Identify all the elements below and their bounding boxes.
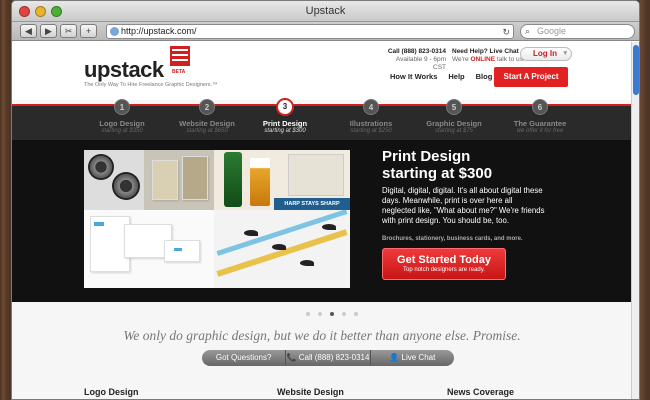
step-number: 6: [532, 99, 548, 115]
forward-button[interactable]: ▶: [40, 24, 57, 38]
carousel-dots: [306, 312, 358, 316]
phone-info: Call (888) 823-0314 Available 9 - 6pm CS…: [386, 48, 446, 72]
beer-ad-image: HARP STAYS SHARP: [214, 150, 350, 210]
carousel-dot-active[interactable]: [330, 312, 334, 316]
footer-heading-logo-design: Logo Design: [84, 387, 139, 397]
service-steps: 1 Logo Design starting at $350 2 Website…: [12, 98, 632, 140]
hero-subnote: Brochures, stationery, business cards, a…: [382, 236, 523, 242]
carousel-dot[interactable]: [354, 312, 358, 316]
site-header: upstack BETA The Only Way To Hire Freela…: [12, 42, 632, 100]
step-guarantee[interactable]: The Guarantee: [495, 119, 585, 128]
nav-help[interactable]: Help: [448, 72, 464, 81]
vertical-scrollbar[interactable]: [631, 42, 639, 399]
add-bookmark-button[interactable]: +: [80, 24, 97, 38]
step-website-design[interactable]: Website Design: [162, 119, 252, 128]
hero-title: Print Design starting at $300: [382, 148, 492, 182]
search-icon: ⌕: [525, 26, 531, 36]
chevron-down-icon: ▾: [563, 50, 567, 57]
step-price: starting at $650: [186, 128, 228, 134]
nav-how-it-works[interactable]: How It Works: [390, 72, 437, 81]
harp-ad-text: HARP STAYS SHARP: [274, 198, 350, 210]
carousel-dot[interactable]: [318, 312, 322, 316]
got-questions-button[interactable]: Got Questions?: [202, 350, 287, 366]
phone-number: Call (888) 823-0314: [387, 48, 446, 55]
call-button[interactable]: 📞 Call (888) 823-0314: [286, 350, 371, 366]
login-label: Log In: [533, 49, 557, 58]
step-price: starting at $300: [264, 128, 306, 134]
step-price: starting at $75: [434, 128, 474, 134]
browser-window: Upstack ◀ ▶ ✂ + http://upstack.com/ ↻ ⌕ …: [11, 0, 640, 400]
step-graphic-design[interactable]: Graphic Design: [409, 119, 499, 128]
tagline: The Only Way To Hire Freelance Graphic D…: [84, 82, 218, 88]
step-price: we offer it for free: [516, 128, 564, 134]
browser-toolbar: ◀ ▶ ✂ + http://upstack.com/ ↻ ⌕ Google: [12, 22, 639, 41]
step-number-active: 3: [276, 98, 294, 116]
footer-heading-news-coverage: News Coverage: [447, 387, 515, 397]
globe-icon: [110, 27, 119, 36]
clip-button[interactable]: ✂: [60, 24, 77, 38]
step-number: 5: [446, 99, 462, 115]
footer-heading-website-design: Website Design: [277, 387, 344, 397]
online-status: We're ONLINE talk to us!: [452, 56, 525, 64]
start-project-button[interactable]: Start A Project: [494, 67, 568, 87]
get-started-button[interactable]: Get Started Today Top notch designers ar…: [382, 248, 506, 280]
live-chat-button[interactable]: 👤 Live Chat: [371, 350, 454, 366]
film-reel-image: [84, 150, 144, 210]
hero-slide: HARP STAYS SHARP Print Design starting a…: [12, 140, 632, 302]
hero-title-line1: Print Design: [382, 148, 471, 165]
url-text: http://upstack.com/: [121, 26, 197, 36]
step-print-design[interactable]: Print Design: [240, 119, 330, 128]
scrollbar-thumb[interactable]: [633, 45, 639, 95]
login-button[interactable]: Log In ▾: [520, 47, 572, 61]
hero-description: Digital, digital, digital. It's all abou…: [382, 186, 545, 225]
refresh-icon[interactable]: ↻: [502, 26, 510, 39]
step-number: 1: [114, 99, 130, 115]
stationery-image: [84, 210, 214, 288]
step-number: 2: [199, 99, 215, 115]
hero-title-line2: starting at $300: [382, 165, 493, 182]
step-price: starting at $350: [101, 128, 143, 134]
bird-illustration-image: [214, 210, 350, 288]
notebook-image: [144, 150, 214, 210]
carousel-dot[interactable]: [342, 312, 346, 316]
nav-blog[interactable]: Blog: [476, 72, 493, 81]
print-samples-image: HARP STAYS SHARP: [84, 150, 350, 288]
step-price: starting at $250: [350, 128, 392, 134]
logo-grid-icon: [170, 46, 190, 66]
live-chat-link[interactable]: Need Help? Live Chat: [452, 48, 525, 56]
main-nav: How It Works Help Blog: [390, 72, 492, 81]
back-button[interactable]: ◀: [20, 24, 37, 38]
get-started-sublabel: Top notch designers are ready.: [403, 267, 485, 273]
url-bar[interactable]: http://upstack.com/ ↻: [106, 24, 514, 39]
help-info: Need Help? Live Chat We're ONLINE talk t…: [452, 48, 525, 64]
carousel-dot[interactable]: [306, 312, 310, 316]
promise-tagline: We only do graphic design, but we do it …: [123, 328, 521, 343]
get-started-label: Get Started Today: [397, 254, 491, 266]
search-field[interactable]: ⌕ Google: [520, 24, 635, 39]
beta-badge: BETA: [172, 69, 186, 75]
online-badge: ONLINE: [470, 56, 496, 63]
title-bar: Upstack: [12, 1, 639, 22]
web-page: upstack BETA The Only Way To Hire Freela…: [12, 42, 632, 399]
phone-hours: Available 9 - 6pm CST: [395, 56, 446, 71]
contact-pill-bar: Got Questions? 📞 Call (888) 823-0314 👤 L…: [202, 350, 454, 366]
step-illustrations[interactable]: Illustrations: [326, 119, 416, 128]
search-placeholder: Google: [537, 26, 567, 36]
site-logo[interactable]: upstack: [84, 57, 164, 83]
step-logo-design[interactable]: Logo Design: [77, 119, 167, 128]
window-title: Upstack: [305, 5, 346, 17]
online-prefix: We're: [452, 56, 469, 63]
step-number: 4: [363, 99, 379, 115]
